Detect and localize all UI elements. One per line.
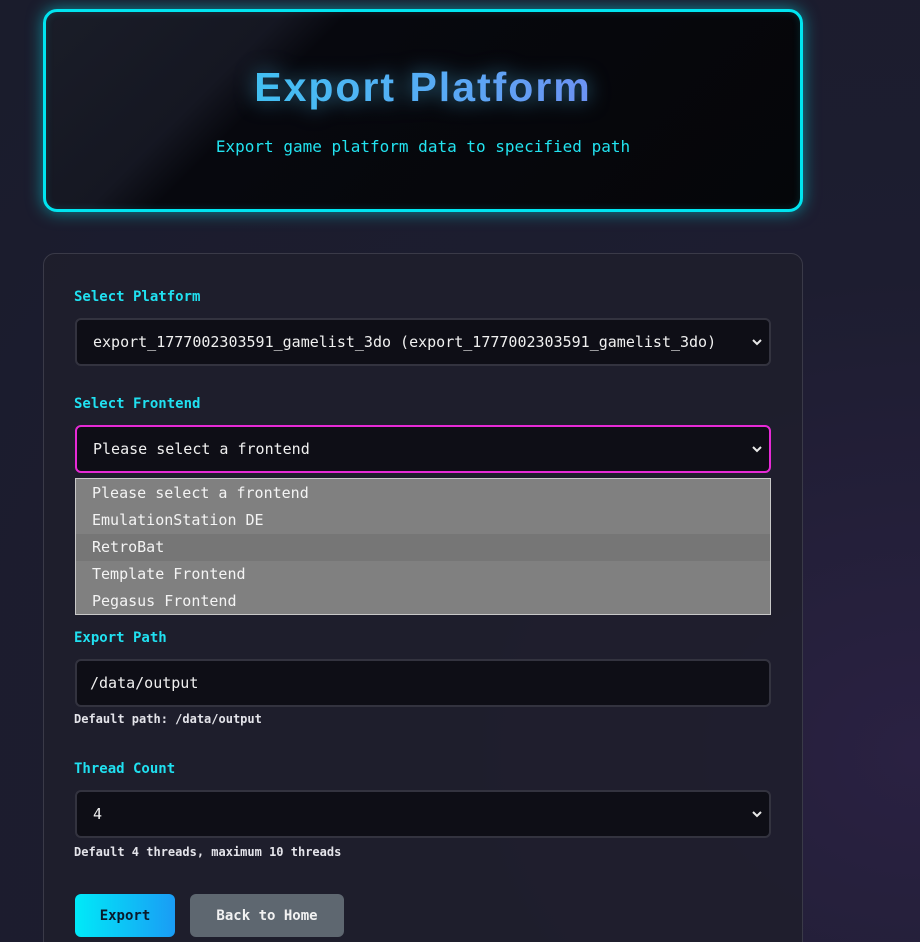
export-path-label: Export Path	[74, 630, 167, 646]
export-path-value: /data/output	[90, 674, 199, 692]
thread-count-label: Thread Count	[74, 761, 176, 777]
thread-count-value: 4	[93, 805, 103, 823]
chevron-down-icon	[751, 808, 763, 820]
dropdown-option[interactable]: Pegasus Frontend	[76, 588, 770, 615]
platform-label: Select Platform	[74, 289, 201, 305]
page-title: Export Platform	[46, 64, 800, 111]
frontend-dropdown-list: Please select a frontend EmulationStatio…	[75, 478, 771, 615]
dropdown-option[interactable]: Template Frontend	[76, 561, 770, 588]
thread-count-hint: Default 4 threads, maximum 10 threads	[74, 845, 342, 859]
chevron-down-icon	[751, 336, 763, 348]
header-card: Export Platform Export game platform dat…	[43, 9, 803, 212]
back-to-home-button[interactable]: Back to Home	[190, 894, 344, 937]
export-button[interactable]: Export	[75, 894, 175, 937]
frontend-select-value: Please select a frontend	[93, 440, 310, 458]
frontend-label: Select Frontend	[74, 396, 201, 412]
chevron-down-icon	[751, 443, 763, 455]
frontend-select[interactable]: Please select a frontend	[75, 425, 771, 473]
dropdown-option[interactable]: Please select a frontend	[76, 480, 770, 507]
platform-select-value: export_1777002303591_gamelist_3do (expor…	[93, 333, 717, 351]
platform-select[interactable]: export_1777002303591_gamelist_3do (expor…	[75, 318, 771, 366]
page-subtitle: Export game platform data to specified p…	[215, 137, 631, 156]
thread-count-select[interactable]: 4	[75, 790, 771, 838]
dropdown-option-highlighted[interactable]: RetroBat	[76, 534, 770, 561]
export-path-input[interactable]: /data/output	[75, 659, 771, 707]
dropdown-option[interactable]: EmulationStation DE	[76, 507, 770, 534]
export-path-hint: Default path: /data/output	[74, 712, 262, 726]
